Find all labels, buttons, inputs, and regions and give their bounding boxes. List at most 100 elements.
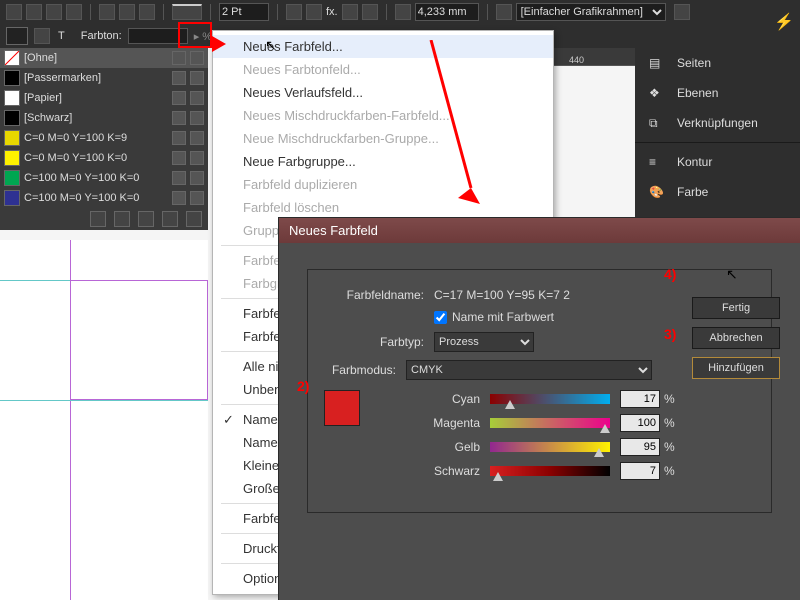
slider-track[interactable] <box>490 394 610 404</box>
dialog-title: Neues Farbfeld <box>279 218 800 243</box>
footer-icon[interactable] <box>114 211 130 227</box>
slider-value-input[interactable] <box>620 390 660 408</box>
name-with-value-checkbox[interactable] <box>434 311 447 324</box>
add-button[interactable]: Hinzufügen <box>692 357 780 379</box>
annotation-highlight-box <box>178 22 212 48</box>
swatch-name: C=0 M=0 Y=100 K=0 <box>24 152 168 164</box>
swatch-type-icon <box>172 191 186 205</box>
panel-label: Kontur <box>677 155 712 169</box>
swatch-chip <box>4 70 20 86</box>
swatch-name: [Papier] <box>24 92 168 104</box>
cancel-button[interactable]: Abbrechen <box>692 327 780 349</box>
footer-icon[interactable] <box>90 211 106 227</box>
swatch-name: [Ohne] <box>24 52 168 64</box>
tool-icon[interactable] <box>99 4 115 20</box>
tool-icon[interactable] <box>26 4 42 20</box>
panel-item-links[interactable]: ⧉ Verknüpfungen <box>635 108 800 138</box>
slider-value-input[interactable] <box>620 414 660 432</box>
tool-icon[interactable] <box>496 4 512 20</box>
tool-icon[interactable] <box>119 4 135 20</box>
links-icon: ⧉ <box>649 116 667 130</box>
panel-item-pages[interactable]: ▤Seiten <box>635 48 800 78</box>
stroke-weight-input[interactable] <box>219 3 269 21</box>
slider-label: Magenta <box>424 416 490 430</box>
tool-icon[interactable] <box>34 28 50 44</box>
slider-value-input[interactable] <box>620 462 660 480</box>
farbton-label: Farbton: <box>81 30 122 42</box>
document-canvas[interactable] <box>0 240 208 600</box>
annotation-4: 4) <box>664 266 676 282</box>
swatch-type-icon <box>172 151 186 165</box>
panel-label: Ebenen <box>677 86 718 100</box>
slider-track[interactable] <box>490 418 610 428</box>
menu-item[interactable]: Neues Farbfeld... <box>213 35 553 58</box>
stroke-style-icon[interactable] <box>172 4 202 20</box>
tool-icon[interactable] <box>139 4 155 20</box>
slider-label: Gelb <box>424 440 490 454</box>
tool-icon[interactable] <box>286 4 302 20</box>
ok-button[interactable]: Fertig <box>692 297 780 319</box>
menu-item[interactable]: Neue Farbgruppe... <box>213 150 553 173</box>
swatch-type-icon <box>172 71 186 85</box>
tool-icon[interactable] <box>306 4 322 20</box>
swatch-chip <box>4 90 20 106</box>
swatch-chip <box>4 190 20 206</box>
tool-icon[interactable] <box>395 4 411 20</box>
panel-item-stroke[interactable]: ≡ Kontur <box>635 147 800 177</box>
swatch-row[interactable]: C=0 M=0 Y=100 K=0 <box>0 148 208 168</box>
panel-flash-icon[interactable]: ⚡ <box>774 12 794 32</box>
swatch-mode-icon <box>190 151 204 165</box>
swatch-mode-icon <box>190 71 204 85</box>
tool-icon[interactable] <box>46 4 62 20</box>
new-swatch-icon[interactable] <box>162 211 178 227</box>
swatch-mode-icon <box>190 171 204 185</box>
swatch-name: C=0 M=0 Y=100 K=9 <box>24 132 168 144</box>
slider-track[interactable] <box>490 442 610 452</box>
swatch-type-icon <box>172 91 186 105</box>
tool-icon[interactable] <box>6 4 22 20</box>
stroke-icon: ≡ <box>649 155 667 169</box>
color-icon: 🎨 <box>649 185 667 199</box>
fx-icon[interactable]: fx. <box>326 6 338 18</box>
panel-item-color[interactable]: 🎨Farbe <box>635 177 800 207</box>
frame-preset-select[interactable]: [Einfacher Grafikrahmen] <box>516 3 666 21</box>
swatch-row[interactable]: C=0 M=0 Y=100 K=9 <box>0 128 208 148</box>
tool-icon[interactable] <box>362 4 378 20</box>
slider-track[interactable] <box>490 466 610 476</box>
fill-stroke-icon[interactable] <box>6 27 28 45</box>
farbmodus-select[interactable]: CMYK <box>406 360 652 380</box>
panel-item-layers[interactable]: ❖Ebenen <box>635 78 800 108</box>
menu-item: Farbfeld duplizieren <box>213 173 553 196</box>
tool-icon[interactable] <box>674 4 690 20</box>
swatch-row[interactable]: [Passermarken] <box>0 68 208 88</box>
size-input[interactable] <box>415 3 479 21</box>
swatch-chip <box>4 150 20 166</box>
footer-icon[interactable] <box>138 211 154 227</box>
percent-label: % <box>664 464 675 478</box>
swatch-row[interactable]: C=100 M=0 Y=100 K=0 <box>0 168 208 188</box>
tool-icon[interactable] <box>342 4 358 20</box>
swatch-name: C=100 M=0 Y=100 K=0 <box>24 172 168 184</box>
swatch-chip <box>4 50 20 66</box>
percent-label: % <box>664 392 675 406</box>
menu-item: Neues Mischdruckfarben-Farbfeld... <box>213 104 553 127</box>
tool-icon[interactable] <box>66 4 82 20</box>
farbtyp-select[interactable]: Prozess <box>434 332 534 352</box>
control-bar: fx. [Einfacher Grafikrahmen] <box>0 0 800 24</box>
slider-label: Cyan <box>424 392 490 406</box>
pages-icon: ▤ <box>649 56 667 70</box>
farbtyp-label: Farbtyp: <box>324 335 434 349</box>
swatch-row[interactable]: C=100 M=0 Y=100 K=0 <box>0 188 208 208</box>
menu-item[interactable]: Neues Verlaufsfeld... <box>213 81 553 104</box>
swatch-mode-icon <box>190 51 204 65</box>
swatch-mode-icon <box>190 91 204 105</box>
swatch-chip <box>4 170 20 186</box>
swatch-mode-icon <box>190 131 204 145</box>
swatches-panel: [Ohne] [Passermarken] [Papier] [Schwarz] C=0… <box>0 48 208 230</box>
swatch-row[interactable]: [Ohne] <box>0 48 208 68</box>
swatch-row[interactable]: [Schwarz] <box>0 108 208 128</box>
trash-icon[interactable] <box>186 211 202 227</box>
slider-value-input[interactable] <box>620 438 660 456</box>
panel-label: Verknüpfungen <box>677 116 758 130</box>
swatch-row[interactable]: [Papier] <box>0 88 208 108</box>
